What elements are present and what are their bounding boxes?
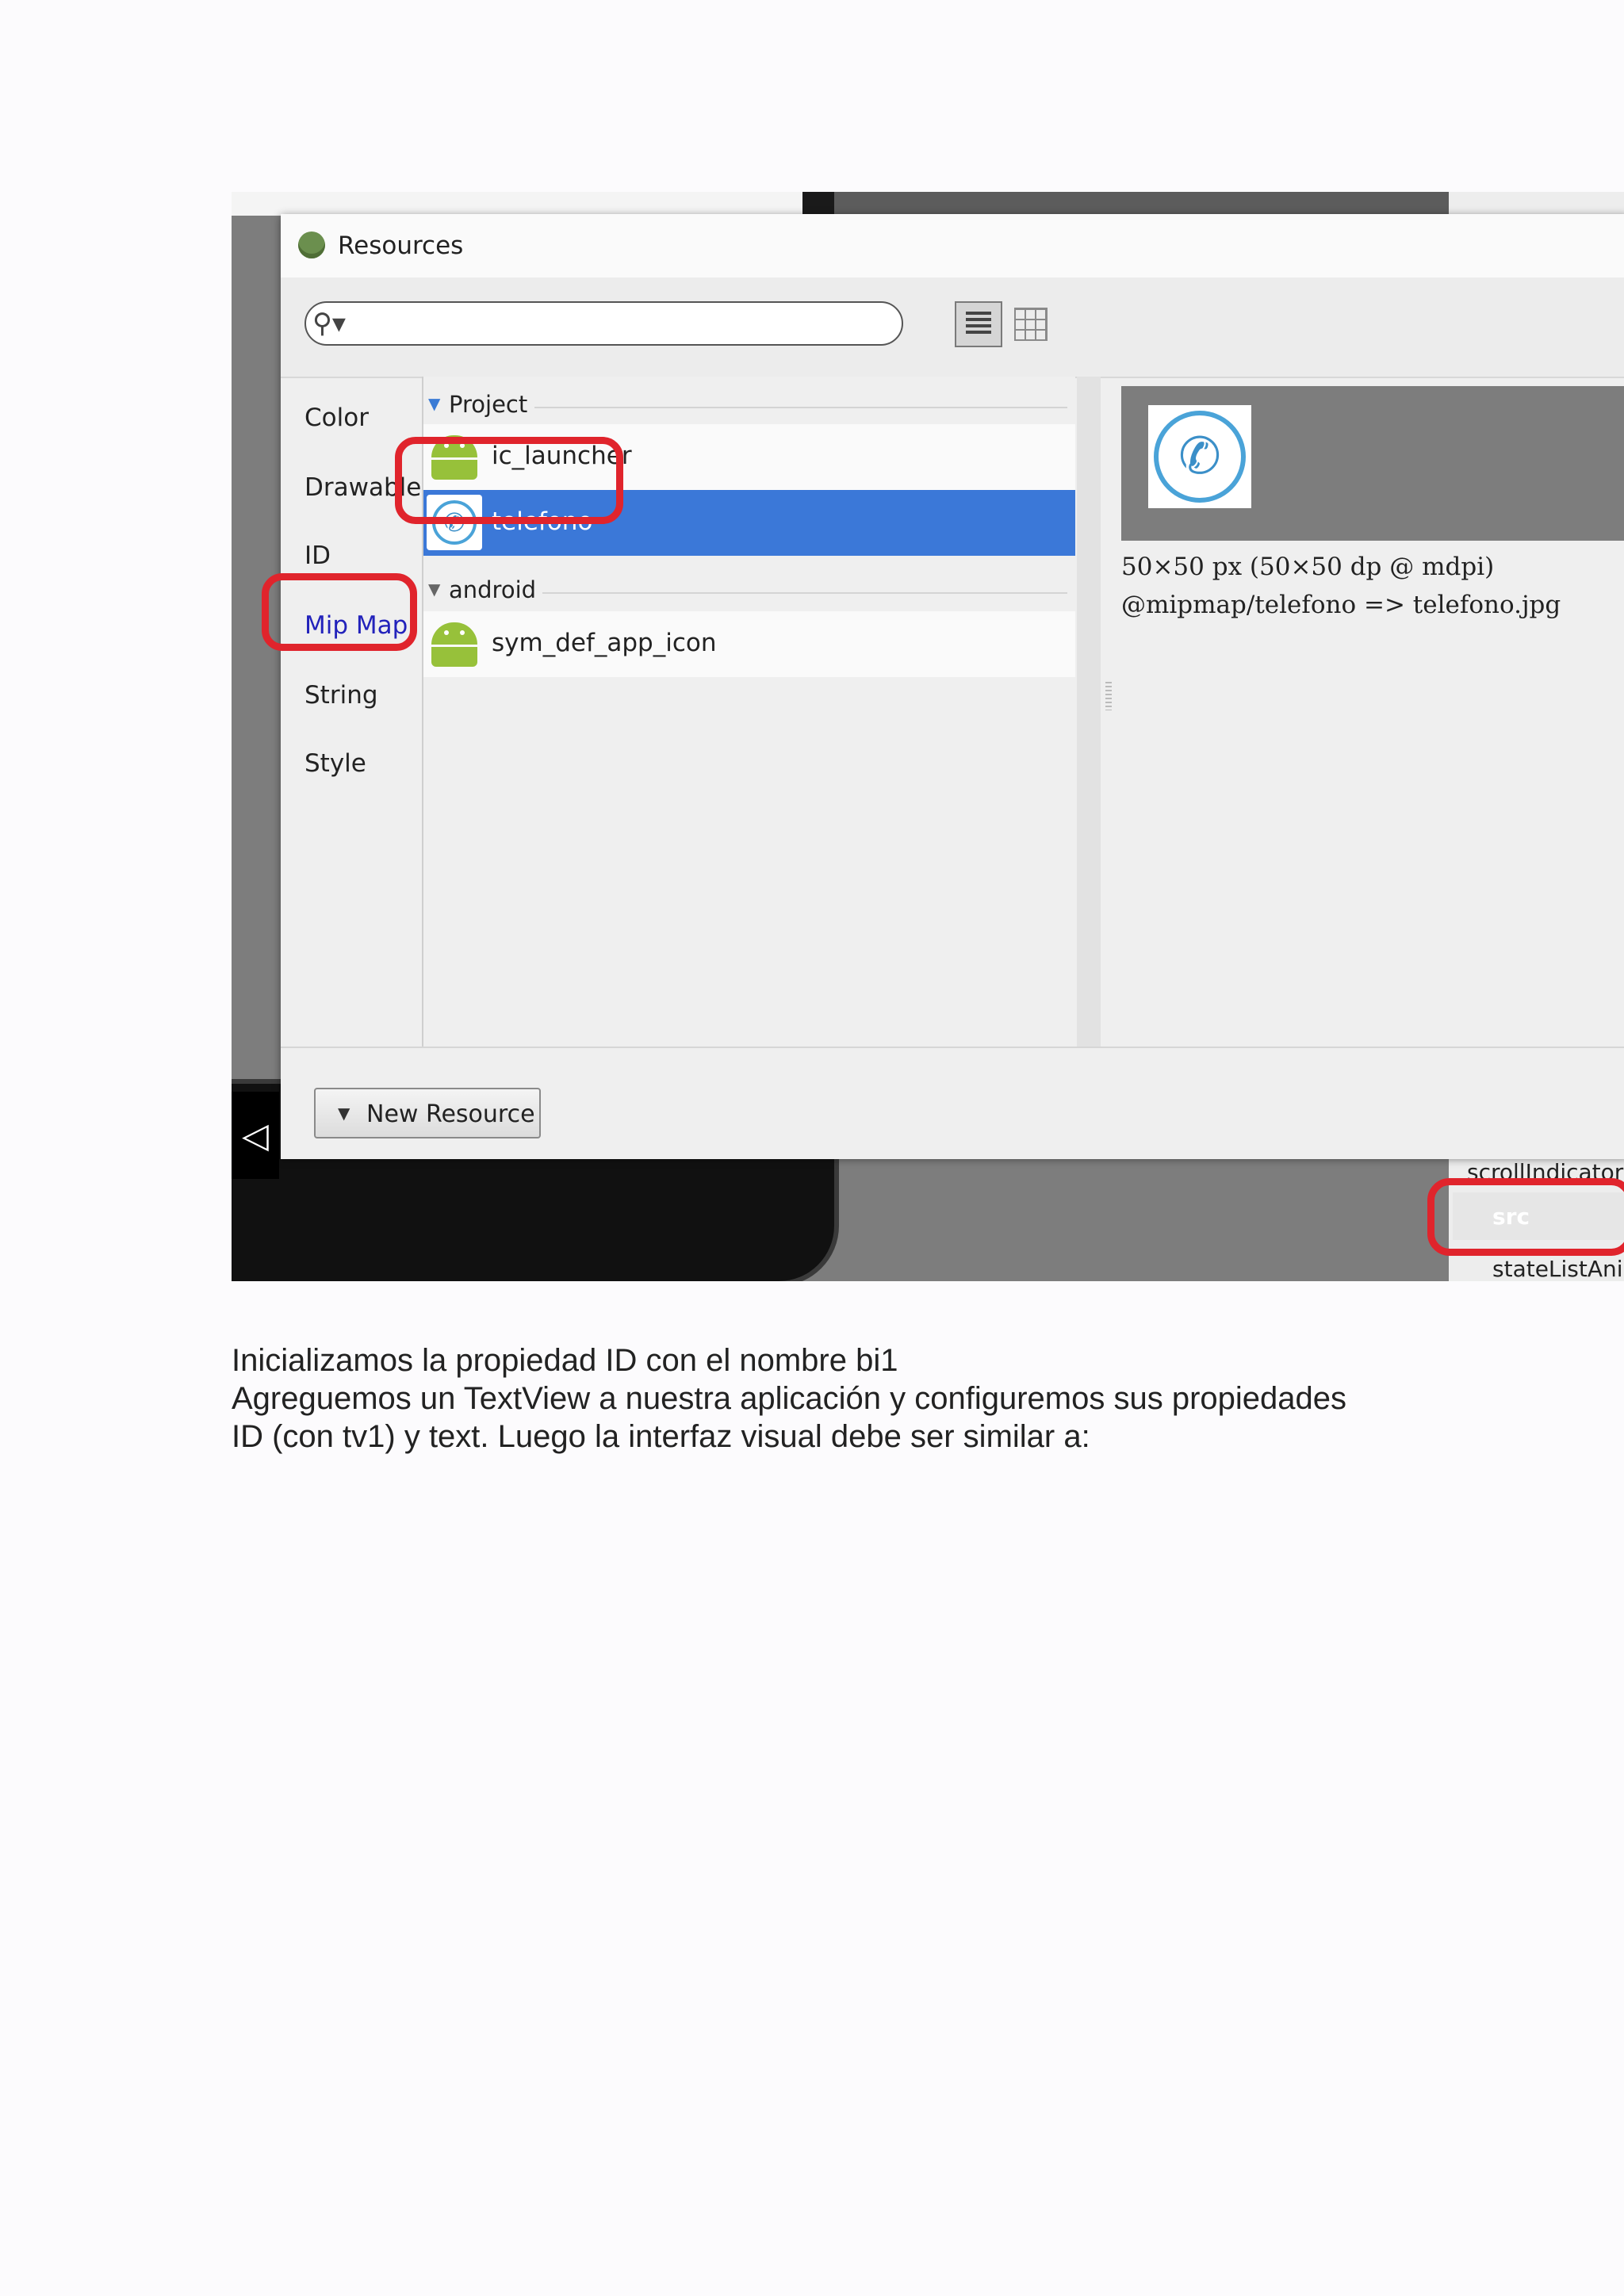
android-icon <box>431 622 477 667</box>
mip-map-highlight-annotation <box>262 573 417 651</box>
list-view-icon[interactable] <box>955 301 1002 347</box>
expand-triangle-icon[interactable]: ▼ <box>428 580 440 599</box>
splitter-handle[interactable] <box>1105 682 1112 710</box>
resource-item-sym-def-app-icon[interactable]: sym_def_app_icon <box>423 611 1075 677</box>
telefono-preview-icon: ✆ <box>1148 405 1251 508</box>
background-editor-area <box>232 192 802 216</box>
group-android[interactable]: ▼ android <box>423 576 1075 608</box>
group-divider <box>534 407 1067 408</box>
search-input[interactable]: ⚲▾ <box>304 301 903 346</box>
preview-pane: ✆ 50×50 px (50×50 dp @ mdpi) @mipmap/tel… <box>1121 377 1624 1047</box>
new-resource-button[interactable]: ▼ New Resource <box>314 1088 541 1138</box>
resource-label: sym_def_app_icon <box>492 629 717 657</box>
group-title: android <box>449 576 537 603</box>
dialog-title: Resources <box>338 232 464 260</box>
paragraph-2: Agreguemos un TextView a nuestra aplicac… <box>232 1381 1347 1416</box>
category-string[interactable]: String <box>304 681 378 710</box>
new-resource-label: New Resource <box>366 1100 535 1128</box>
grid-view-icon[interactable] <box>1014 308 1048 341</box>
group-divider <box>542 592 1067 594</box>
dialog-footer: ▼ New Resource <box>281 1047 1624 1159</box>
preview-path-text: @mipmap/telefono => telefono.jpg <box>1121 591 1561 619</box>
category-color[interactable]: Color <box>304 404 369 432</box>
group-project[interactable]: ▼ Project <box>423 391 1075 423</box>
resource-list: ▼ Project ic_launcher ✆ telefono ▼ andro… <box>395 377 1075 1047</box>
dropdown-arrow-icon: ▼ <box>338 1104 350 1123</box>
list-scrollbar[interactable] <box>1077 377 1101 1047</box>
screenshot: ◁ scrollIndicators src stateListAnimator… <box>232 192 1624 1281</box>
category-style[interactable]: Style <box>304 749 366 778</box>
resources-dialog: Resources ⚲▾ Color Drawable ID Mip Map S… <box>262 214 1624 1159</box>
preview-size-text: 50×50 px (50×50 dp @ mdpi) <box>1121 553 1495 581</box>
src-highlight-annotation <box>1427 1178 1624 1256</box>
category-id[interactable]: ID <box>304 541 331 570</box>
dialog-toolbar: ⚲▾ <box>281 277 1624 378</box>
android-studio-logo-icon <box>298 232 325 258</box>
paragraph-3: ID (con tv1) y text. Luego la interfaz v… <box>232 1419 1090 1454</box>
property-state-list-animator[interactable]: stateListAnimator <box>1492 1256 1624 1281</box>
paragraph-1: Inicializamos la propiedad ID con el nom… <box>232 1343 898 1378</box>
dialog-titlebar: Resources <box>281 214 1624 277</box>
group-title: Project <box>449 391 528 418</box>
telefono-highlight-annotation <box>395 437 623 524</box>
expand-triangle-icon[interactable]: ▼ <box>428 394 440 413</box>
search-icon[interactable]: ⚲▾ <box>312 308 347 339</box>
back-icon[interactable]: ◁ <box>232 1092 279 1179</box>
